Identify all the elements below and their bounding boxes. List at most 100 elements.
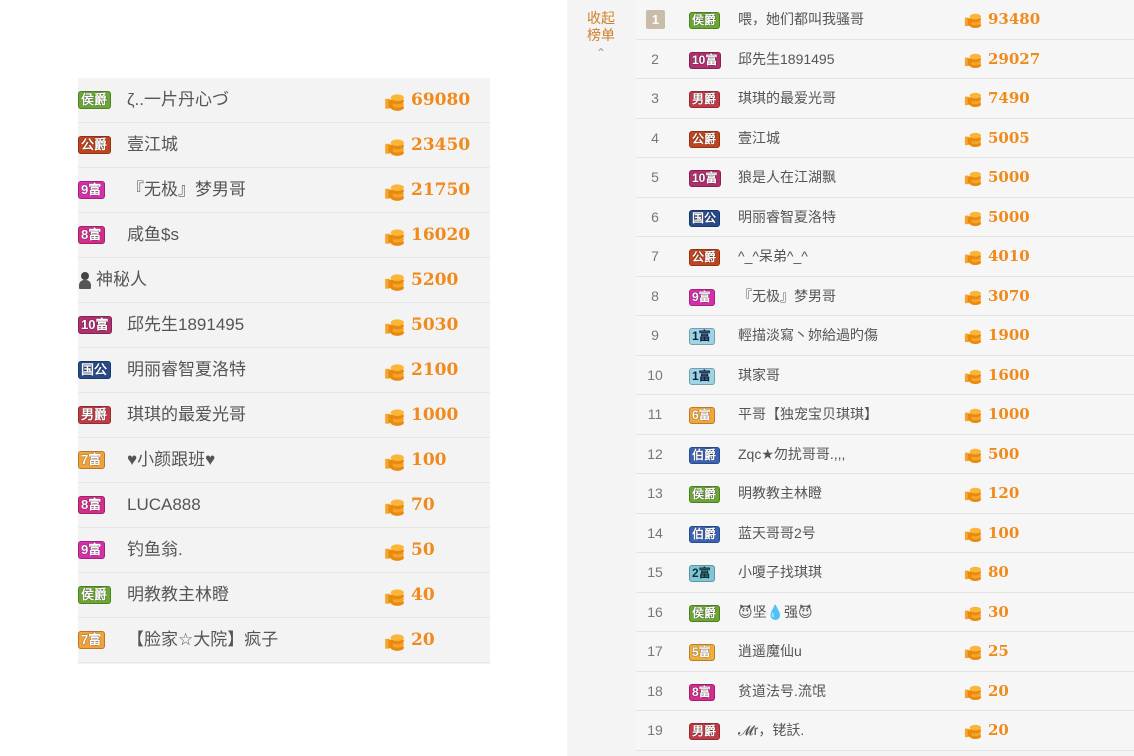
left-ranking-row[interactable]: 7富 ♥小颜跟班♥ 100	[78, 438, 490, 483]
right-ranking-row[interactable]: 15 2富 小嗄子找琪琪 80	[636, 553, 1134, 593]
user-name[interactable]: ♥小颜跟班♥	[127, 438, 215, 482]
user-name[interactable]: 明丽睿智夏洛特	[738, 198, 836, 237]
right-ranking-row[interactable]: 16 侯爵 😈坚💧强😈 30	[636, 592, 1134, 632]
left-ranking-row[interactable]: 8富 LUCA888 70	[78, 483, 490, 528]
coin-icon	[963, 445, 982, 469]
score-value: 40	[411, 585, 435, 605]
right-ranking-row[interactable]: 10 1富 琪家哥 1600	[636, 355, 1134, 395]
left-ranking-row[interactable]: 7富 【脸家☆大院】疯子 20	[78, 618, 490, 663]
left-ranking-row[interactable]: 男爵 琪琪的最爱光哥 1000	[78, 393, 490, 438]
right-ranking-row[interactable]: 14 伯爵 蓝天哥哥2号 100	[636, 513, 1134, 553]
right-ranking-row[interactable]: 12 伯爵 Zqc★勿扰哥哥.,,, 500	[636, 434, 1134, 474]
right-ranking-row[interactable]: 19 男爵 𝓜r，铑訞. 20	[636, 711, 1134, 751]
user-name[interactable]: 【脸家☆大院】疯子	[127, 618, 278, 662]
score-value: 1000	[411, 405, 459, 425]
left-ranking-row[interactable]: 神秘人 5200	[78, 258, 490, 303]
badge-wrap: 侯爵	[689, 604, 721, 622]
right-ranking-row[interactable]: 17 5富 逍遥魔仙u 25	[636, 632, 1134, 672]
user-name[interactable]: 琪琪的最爱光哥	[738, 79, 836, 118]
user-name[interactable]: 明教教主林瞪	[738, 474, 822, 513]
right-ranking-row[interactable]: 1 侯爵 喂，她们都叫我骚哥 93480	[636, 0, 1134, 40]
user-name[interactable]: 钓鱼翁.	[127, 528, 183, 572]
rank-number: 3	[651, 90, 659, 106]
coin-icon	[383, 180, 405, 207]
user-name[interactable]: 咸鱼$s	[127, 213, 179, 257]
user-name[interactable]: 狼是人在江湖飘	[738, 158, 836, 197]
rank-badge: 公爵	[689, 249, 721, 266]
score-value: 5005	[988, 128, 1030, 147]
user-name[interactable]: 平哥【独宠宝贝琪琪】	[738, 395, 878, 434]
user-name[interactable]: ^_^呆弟^_^	[738, 237, 808, 276]
user-name[interactable]: 『无极』梦男哥	[127, 168, 246, 212]
user-name[interactable]: 壹江城	[738, 119, 780, 158]
user-name[interactable]: 明教教主林瞪	[127, 573, 229, 617]
badge-wrap: 侯爵	[689, 11, 721, 29]
coin-icon	[963, 129, 982, 153]
rank-number: 12	[647, 445, 663, 462]
user-name[interactable]: LUCA888	[127, 483, 201, 527]
user-name[interactable]: Zqc★勿扰哥哥.,,,	[738, 435, 845, 474]
user-name[interactable]: 邱先生1891495	[127, 303, 244, 347]
score-value: 1600	[988, 365, 1030, 384]
user-name[interactable]: 贫道法号.流氓	[738, 672, 826, 711]
coin-icon	[963, 366, 982, 390]
mystery-person-icon	[78, 271, 92, 289]
right-ranking-row[interactable]: 7 公爵 ^_^呆弟^_^ 4010	[636, 237, 1134, 277]
coin-icon	[383, 450, 405, 477]
left-ranking-row[interactable]: 9富 『无极』梦男哥 21750	[78, 168, 490, 213]
coin-icon	[383, 585, 405, 612]
score-value: 25	[988, 642, 1009, 660]
badge-wrap: 9富	[689, 288, 715, 306]
badge-wrap: 7富	[78, 451, 106, 469]
right-ranking-row[interactable]: 8 9富 『无极』梦男哥 3070	[636, 276, 1134, 316]
badge-wrap: 7富	[78, 631, 106, 649]
rank-number: 8	[651, 287, 659, 304]
left-ranking-row[interactable]: 侯爵 明教教主林瞪 40	[78, 573, 490, 618]
badge-wrap: 公爵	[689, 248, 721, 266]
rank-number: 19	[647, 722, 663, 738]
right-ranking-row[interactable]: 2 10富 邱先生1891495 29027	[636, 39, 1134, 79]
right-ranking-row[interactable]: 9 1富 輕描淡寫丶妳給過旳傷 1900	[636, 316, 1134, 356]
user-name[interactable]: 😈坚💧强😈	[738, 593, 813, 632]
user-name[interactable]: 輕描淡寫丶妳給過旳傷	[738, 316, 878, 355]
right-ranking-list: 1 侯爵 喂，她们都叫我骚哥 93480 2 10富 邱先生1891495 29027 3 男爵琪…	[636, 0, 1134, 751]
coin-icon	[963, 247, 982, 271]
user-name[interactable]: ζ..一片丹心づ	[127, 78, 229, 122]
user-name[interactable]: 壹江城	[127, 123, 178, 167]
left-ranking-row[interactable]: 9富 钓鱼翁. 50	[78, 528, 490, 573]
left-ranking-row[interactable]: 10富 邱先生1891495 5030	[78, 303, 490, 348]
score-value: 5000	[988, 168, 1030, 186]
left-ranking-row[interactable]: 侯爵 ζ..一片丹心づ 69080	[78, 78, 490, 123]
collapse-list-button[interactable]: 收起 榜单 ⌃	[581, 10, 621, 62]
user-name[interactable]: 『无极』梦男哥	[738, 277, 836, 316]
user-name[interactable]: 小嗄子找琪琪	[738, 553, 822, 592]
user-name[interactable]: 神秘人	[96, 258, 147, 302]
coin-icon	[963, 326, 982, 350]
rank-badge: 伯爵	[689, 525, 721, 543]
user-name[interactable]: 逍遥魔仙u	[738, 632, 802, 671]
right-ranking-row[interactable]: 13 侯爵 明教教主林瞪 120	[636, 474, 1134, 514]
left-ranking-row[interactable]: 公爵 壹江城 23450	[78, 123, 490, 168]
rank-number: 17	[647, 643, 663, 659]
rank-badge: 侯爵	[689, 12, 721, 29]
right-ranking-row[interactable]: 6 国公 明丽睿智夏洛特 5000	[636, 197, 1134, 237]
right-ranking-row[interactable]: 4 公爵 壹江城 5005	[636, 118, 1134, 158]
right-ranking-row[interactable]: 18 8富 贫道法号.流氓 20	[636, 671, 1134, 711]
rank-badge: 9富	[78, 541, 106, 559]
user-name[interactable]: 喂，她们都叫我骚哥	[738, 0, 864, 39]
coin-icon	[383, 225, 405, 252]
user-name[interactable]: 𝓜r，铑訞.	[738, 711, 804, 750]
user-name[interactable]: 蓝天哥哥2号	[738, 514, 816, 553]
left-ranking-row[interactable]: 8富 咸鱼$s 16020	[78, 213, 490, 258]
right-ranking-row[interactable]: 11 6富 平哥【独宠宝贝琪琪】 1000	[636, 395, 1134, 435]
user-name[interactable]: 明丽睿智夏洛特	[127, 348, 246, 392]
left-ranking-row[interactable]: 国公 明丽睿智夏洛特 2100	[78, 348, 490, 393]
score-value: 120	[988, 484, 1020, 502]
right-ranking-row[interactable]: 3 男爵 琪琪的最爱光哥 7490	[636, 79, 1134, 119]
badge-wrap: 侯爵	[689, 485, 721, 503]
right-ranking-row[interactable]: 5 10富 狼是人在江湖飘 5000	[636, 158, 1134, 198]
coin-icon	[963, 10, 982, 34]
user-name[interactable]: 琪琪的最爱光哥	[127, 393, 246, 437]
user-name[interactable]: 邱先生1891495	[738, 40, 835, 79]
user-name[interactable]: 琪家哥	[738, 356, 780, 395]
